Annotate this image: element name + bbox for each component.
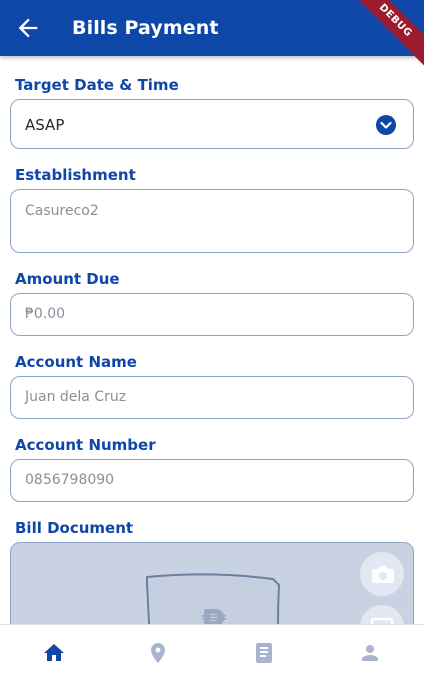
amount-due-label: Amount Due — [15, 270, 120, 288]
account-number-label: Account Number — [15, 436, 156, 454]
nav-records[interactable] — [252, 641, 276, 665]
nav-home[interactable] — [42, 641, 66, 665]
chevron-down-circle-icon — [376, 115, 396, 135]
amount-due-placeholder: ₱0.00 — [25, 306, 66, 322]
arrow-back-icon — [18, 18, 38, 38]
amount-due-field[interactable]: ₱0.00 — [10, 293, 414, 336]
account-name-placeholder: Juan dela Cruz — [25, 389, 127, 405]
location-icon — [151, 643, 165, 663]
bill-document-upload-area[interactable]: ₱ — [10, 542, 414, 624]
account-number-field[interactable]: 0856798090 — [10, 459, 414, 502]
bill-placeholder-icon: ₱ — [146, 573, 281, 624]
camera-icon — [372, 566, 394, 583]
establishment-placeholder: Casureco2 — [25, 203, 99, 219]
image-icon — [370, 617, 394, 624]
page-title: Bills Payment — [72, 17, 219, 39]
nav-profile[interactable] — [358, 641, 382, 665]
home-icon — [44, 644, 64, 661]
book-icon — [256, 643, 272, 663]
establishment-field[interactable]: Casureco2 — [10, 189, 414, 253]
person-icon — [362, 645, 378, 661]
camera-button[interactable] — [360, 552, 404, 596]
svg-text:₱: ₱ — [201, 603, 227, 624]
target-date-dropdown[interactable]: ASAP — [10, 99, 414, 149]
bottom-navigation — [0, 624, 424, 678]
form-container: Target Date & Time ASAP Establishment Ca… — [0, 56, 424, 624]
establishment-label: Establishment — [15, 166, 136, 184]
account-name-field[interactable]: Juan dela Cruz — [10, 376, 414, 419]
nav-location[interactable] — [146, 641, 170, 665]
target-date-value: ASAP — [25, 116, 65, 134]
app-bar: Bills Payment DEBUG — [0, 0, 424, 68]
target-date-label: Target Date & Time — [15, 76, 179, 94]
gallery-button[interactable] — [360, 605, 404, 624]
account-name-label: Account Name — [15, 353, 137, 371]
account-number-placeholder: 0856798090 — [25, 472, 115, 488]
back-button[interactable] — [14, 14, 42, 42]
bill-document-label: Bill Document — [15, 519, 134, 537]
